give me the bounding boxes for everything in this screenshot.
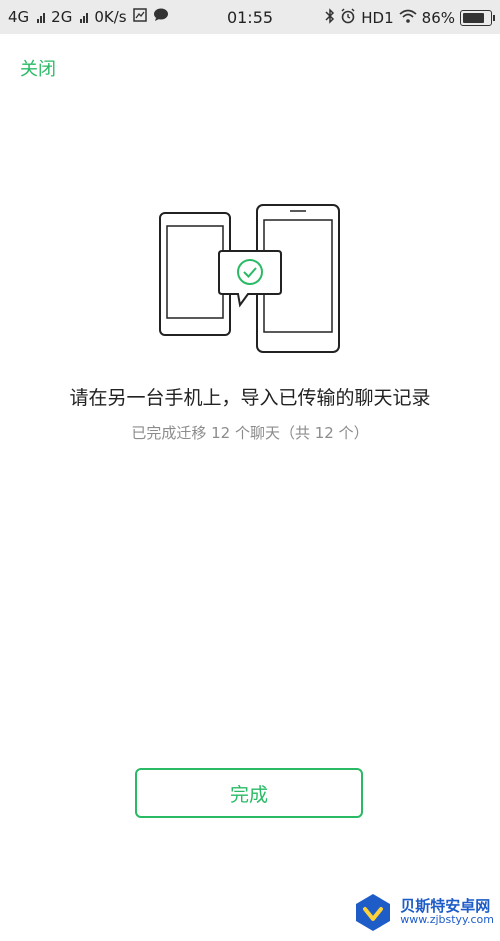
- battery-percent: 86%: [421, 9, 455, 27]
- watermark-text: 贝斯特安卓网 www.zjbstyy.com: [400, 898, 494, 927]
- bluetooth-icon: [325, 8, 335, 28]
- watermark: 贝斯特安卓网 www.zjbstyy.com: [352, 891, 494, 933]
- phone-transfer-illustration: [150, 195, 350, 360]
- watermark-logo-icon: [352, 891, 394, 933]
- watermark-name: 贝斯特安卓网: [400, 896, 491, 915]
- hd-label: HD1: [361, 9, 394, 27]
- migration-status: 已完成迁移 12 个聊天（共 12 个）: [131, 424, 369, 442]
- page-title: 请在另一台手机上，导入已传输的聊天记录: [69, 387, 431, 409]
- alarm-icon: [340, 8, 356, 28]
- battery-icon: [460, 10, 495, 26]
- status-bar: 4G 2G 0K/s 01:55 HD1 86%: [0, 0, 500, 34]
- wifi-icon: [399, 9, 417, 27]
- status-right: HD1 86%: [325, 8, 495, 28]
- watermark-url: www.zjbstyy.com: [400, 913, 494, 927]
- close-button[interactable]: 关闭: [20, 55, 56, 81]
- done-button[interactable]: 完成: [135, 768, 363, 818]
